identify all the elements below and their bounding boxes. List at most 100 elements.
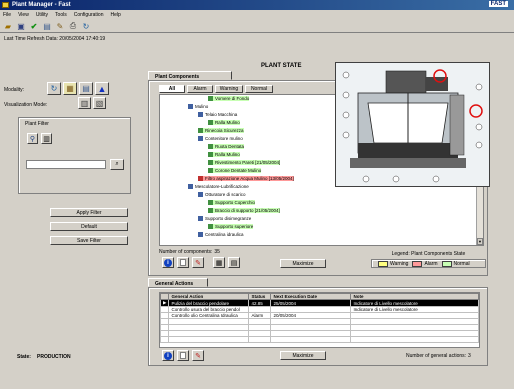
info-button[interactable]: i [162, 350, 174, 361]
check-icon[interactable]: ✔ [29, 21, 39, 31]
filter-grid-button[interactable]: ▥ [41, 133, 52, 144]
tree-node[interactable]: Vomere di Fondo [208, 96, 250, 101]
general-actions-count: Number of general actions: 3 [406, 353, 471, 359]
component-icon [198, 128, 203, 133]
tree-node[interactable]: Otturatore di scarico [198, 192, 246, 197]
scroll-down-button[interactable]: ▼ [477, 238, 483, 245]
visualization-grid-button[interactable]: ▥ [78, 97, 91, 109]
drawing-callout [342, 111, 350, 119]
modality-refresh-button[interactable]: ↻ [47, 82, 61, 95]
blank-page-button[interactable] [177, 350, 189, 361]
tree-node[interactable]: Supporto disimegranze [198, 216, 251, 221]
modality-map-button[interactable]: ▦ [63, 82, 77, 95]
tab-warning[interactable]: Warning [215, 85, 243, 93]
pencil-icon: ✎ [195, 352, 201, 360]
open-icon[interactable]: ▰ [3, 21, 13, 31]
tree-node[interactable]: Mescolatore-Lubrificazione [188, 184, 249, 189]
tree-node[interactable]: Mulino [188, 104, 208, 109]
component-icon [198, 216, 203, 221]
menu-file[interactable]: File [3, 12, 11, 19]
tree-node[interactable]: Rivestimento Pareti [21/05/2004] [208, 160, 281, 165]
maximize-components-button[interactable]: Maximize [280, 259, 326, 268]
menu-configuration[interactable]: Configuration [74, 12, 104, 19]
component-actions: i ✎ ▦ ▤ [162, 257, 240, 268]
component-icon [208, 208, 213, 213]
table-cell: 42.85 [248, 299, 272, 307]
tree-node-label: Supporto Coperchio [215, 200, 256, 205]
blank-page-button[interactable] [177, 257, 189, 268]
document-icon[interactable]: ▤ [42, 21, 52, 31]
state-label: State: [17, 354, 31, 360]
maximize-actions-button[interactable]: Maximize [280, 351, 326, 360]
edit-button[interactable]: ✎ [192, 350, 204, 361]
refresh-icon[interactable]: ↻ [81, 21, 91, 31]
tab-plant-components[interactable]: Plant Components [148, 71, 232, 80]
tree-node[interactable]: Filtro aspirazione Acqua Mulino [13/05/2… [198, 176, 294, 181]
tree-node[interactable]: Centralina idraulica [198, 232, 244, 237]
machine-drawing[interactable] [335, 62, 490, 187]
tree-node[interactable]: Ruota Dentata [208, 144, 245, 149]
component-icon [198, 192, 203, 197]
list-view-button[interactable]: ▤ [228, 257, 240, 268]
apply-filter-button[interactable]: Apply Filter [50, 208, 128, 217]
print-icon[interactable]: ⎙ [68, 21, 78, 31]
page-title: PLANT STATE [261, 63, 302, 69]
state-value: PRODUCTION [37, 354, 71, 360]
menu-tools[interactable]: Tools [55, 12, 67, 19]
pencil-icon: ✎ [195, 259, 201, 267]
plant-filter-label: Plant Filter [25, 121, 49, 127]
tab-normal[interactable]: Normal [245, 85, 273, 93]
tree-icon: ▧ [95, 98, 104, 108]
edit-button[interactable]: ✎ [192, 257, 204, 268]
visualization-tree-button[interactable]: ▧ [93, 97, 106, 109]
table-row[interactable] [159, 336, 479, 343]
save-icon[interactable]: ▣ [16, 21, 26, 31]
drawing-callout [342, 91, 350, 99]
save-filter-button[interactable]: Save Filter [50, 236, 128, 245]
row-indicator: ▶ [159, 299, 170, 307]
machine-drawing-svg [336, 63, 489, 186]
component-icon [208, 152, 213, 157]
tab-alarm[interactable]: Alarm [187, 85, 213, 93]
table-cell: Controllo olio Centralina Idraulica [168, 312, 250, 319]
tree-node-label: Ralla Mulino [215, 152, 240, 157]
tab-all[interactable]: All [159, 85, 185, 93]
filter-tree-button[interactable]: ⚲ [27, 133, 38, 144]
table-row[interactable]: ▶ Pulizia del braccio pendolare 42.85 25/05… [159, 299, 479, 307]
last-refresh-info: Last Time Refresh Data: 20/05/2004 17:40… [4, 36, 106, 42]
general-actions-table[interactable]: General Action Status Next Execution Dat… [159, 292, 480, 348]
table-cell [350, 336, 479, 343]
modality-document-button[interactable]: ▤ [79, 82, 93, 95]
toolbar: ▰ ▣ ✔ ▤ ✎ ⎙ ↻ [0, 19, 514, 33]
tab-general-actions[interactable]: General Actions [148, 278, 208, 287]
table-cell [270, 336, 352, 343]
tree-node[interactable]: Corone Dentate Mulino [208, 168, 262, 173]
component-filter-tabs: All Alarm Warning Normal [159, 85, 273, 93]
info-button[interactable]: i [162, 257, 174, 268]
grid-view-button[interactable]: ▦ [213, 257, 225, 268]
info-icon: i [164, 351, 172, 360]
row-indicator [159, 336, 170, 343]
modality-warning-button[interactable]: ▲ [95, 82, 109, 95]
tree-node-label: Mescolatore-Lubrificazione [195, 184, 249, 189]
menu-help[interactable]: Help [110, 12, 120, 19]
grid-icon: ▥ [80, 98, 89, 108]
menu-utility[interactable]: Utility [36, 12, 48, 19]
legend-alarm-swatch [412, 260, 423, 267]
drawing-callout [342, 131, 350, 139]
default-button[interactable]: Default [50, 222, 128, 231]
tree-node[interactable]: Supporto superiore [208, 224, 254, 229]
tree-node[interactable]: Supporto Coperchio [208, 200, 256, 205]
tree-node[interactable]: Braccio di supporto [21/05/2004] [208, 208, 280, 213]
menu-view[interactable]: View [18, 12, 29, 19]
edit-icon[interactable]: ✎ [55, 21, 65, 31]
filter-search-button[interactable]: ⌕ [110, 159, 124, 170]
brand-logo: FAST [488, 1, 508, 7]
tree-node[interactable]: Contenitore mulino [198, 136, 243, 141]
tree-node[interactable]: Ralla Mulino [208, 152, 240, 157]
plant-filter-input[interactable] [26, 160, 106, 169]
legend-normal-swatch [441, 260, 452, 267]
tree-node[interactable]: Ralla Mulino [208, 120, 240, 125]
tree-node[interactable]: Telaio Macchina [198, 112, 237, 117]
tree-node[interactable]: Rinecoia Sicurezza [198, 128, 244, 133]
